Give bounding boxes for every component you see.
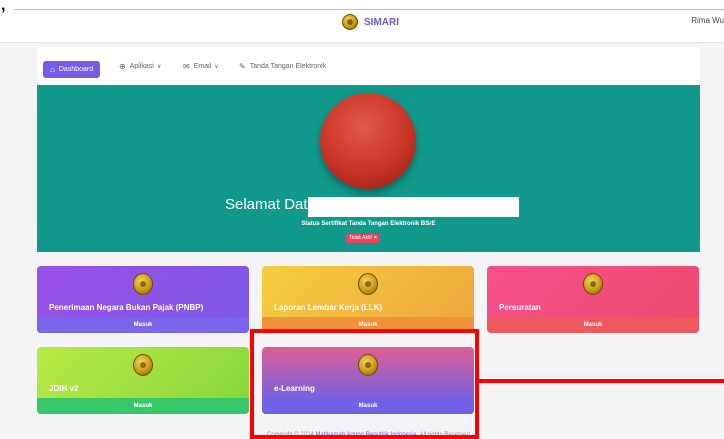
nav-email-label: Email [193,63,212,70]
app-card-pnbp: Penerimaan Negara Bukan Pajak (PNBP) Mas… [37,266,249,333]
nav-dashboard[interactable]: ⌂ Dashboard [43,61,101,78]
app-name: SIMARI [364,16,399,28]
nav-email[interactable]: ✉ Email ∨ [183,59,219,74]
certificate-status-label: Status Sertifikat Tanda Tangan Elektroni… [301,221,436,227]
home-icon: ⌂ [50,65,55,74]
status-badge: Tidak Aktif ✕ [346,234,381,243]
app-card-llk: Laporan Lembar Kerja (LLK) Masuk [262,266,474,333]
corner-mark: , [1,0,6,14]
app-card-persuratan: Persuratan Masuk [487,266,699,333]
brand[interactable]: SIMARI [342,14,399,30]
app-logo-icon [358,273,378,295]
mahkamah-agung-logo-icon [342,14,358,30]
card-title: Laporan Lembar Kerja (LLK) [274,303,383,312]
top-bar: , SIMARI Rima Wu [0,0,724,43]
masuk-button[interactable]: Masuk [37,398,249,414]
highlight-annotation-box [250,329,479,439]
nav-tanda-tangan-label: Tanda Tangan Elektronik [249,63,327,70]
user-menu[interactable]: Rima Wu [691,16,724,25]
card-title: JDIH v2 [49,384,79,393]
masuk-button[interactable]: Masuk [487,317,699,333]
redacted-user-name [308,197,519,217]
app-logo-icon [583,273,603,295]
nav-dashboard-label: Dashboard [58,66,94,73]
mail-icon: ✉ [183,62,190,71]
card-title: Persuratan [499,303,541,312]
app-card-jdih: JDIH v2 Masuk [37,347,249,414]
nav-tanda-tangan[interactable]: ✎ Tanda Tangan Elektronik [239,59,326,74]
highlight-annotation-line [479,379,724,383]
chevron-down-icon: ∨ [214,64,219,70]
box-icon: ⊕ [119,62,126,71]
pen-icon: ✎ [239,62,246,71]
main-nav: ⌂ Dashboard ⊕ Aplikasi ∨ ✉ Email ∨ ✎ Tan… [37,47,700,85]
top-divider [14,9,724,10]
welcome-banner: Selamat Datang, Status Sertifikat Tanda … [37,85,700,252]
nav-aplikasi-label: Aplikasi [129,63,154,70]
app-logo-icon [133,273,153,295]
nav-aplikasi[interactable]: ⊕ Aplikasi ∨ [119,59,161,74]
app-logo-icon [133,354,153,376]
masuk-button[interactable]: Masuk [37,317,249,333]
chevron-down-icon: ∨ [156,64,162,70]
red-button[interactable] [320,93,416,189]
card-title: Penerimaan Negara Bukan Pajak (PNBP) [49,303,204,312]
